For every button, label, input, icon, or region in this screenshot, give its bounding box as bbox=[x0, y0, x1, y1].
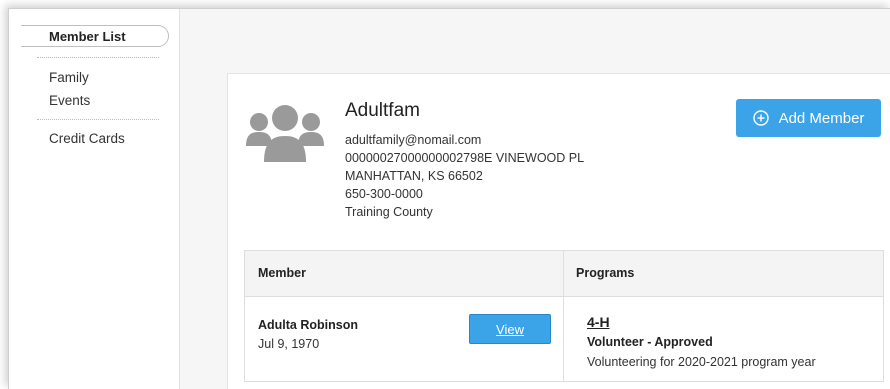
main-content: Adultfam adultfamily@nomail.com 00000027… bbox=[179, 9, 890, 389]
app-frame: Member List Family Events Credit Cards A… bbox=[8, 8, 890, 389]
family-name: Adultfam bbox=[345, 100, 420, 121]
family-contact: adultfamily@nomail.com 00000027000000002… bbox=[345, 131, 584, 221]
family-address-line2: MANHATTAN, KS 66502 bbox=[345, 169, 483, 183]
family-card: Adultfam adultfamily@nomail.com 00000027… bbox=[227, 73, 890, 389]
sidebar-divider bbox=[37, 119, 159, 120]
plus-circle-icon bbox=[752, 110, 769, 126]
add-member-label: Add Member bbox=[778, 109, 865, 127]
program-status: Volunteer - Approved bbox=[587, 335, 713, 349]
sidebar-item-events[interactable]: Events bbox=[49, 93, 90, 108]
people-group-icon bbox=[244, 102, 326, 164]
table-header bbox=[245, 251, 883, 297]
family-address-line1: 00000027000000002798E VINEWOOD PL bbox=[345, 151, 585, 165]
sidebar-item-family[interactable]: Family bbox=[49, 70, 89, 85]
view-member-button[interactable]: View bbox=[469, 314, 551, 344]
family-phone: 650-300-0000 bbox=[345, 187, 423, 201]
program-description: Volunteering for 2020-2021 program year bbox=[587, 355, 816, 369]
family-county: Training County bbox=[345, 205, 433, 219]
header-member: Member bbox=[258, 266, 306, 280]
member-name: Adulta Robinson bbox=[258, 318, 358, 332]
sidebar-item-member-list[interactable]: Member List bbox=[21, 25, 169, 47]
family-email: adultfamily@nomail.com bbox=[345, 133, 482, 147]
sidebar-divider bbox=[37, 57, 159, 58]
program-link[interactable]: 4-H bbox=[587, 314, 610, 330]
members-table: Member Programs Adulta Robinson Jul 9, 1… bbox=[244, 250, 884, 382]
add-member-button[interactable]: Add Member bbox=[736, 99, 881, 137]
sidebar: Member List Family Events Credit Cards bbox=[9, 9, 180, 389]
member-dob: Jul 9, 1970 bbox=[258, 337, 320, 351]
sidebar-item-label: Member List bbox=[49, 29, 126, 44]
sidebar-item-credit-cards[interactable]: Credit Cards bbox=[49, 131, 125, 146]
column-divider bbox=[563, 251, 564, 381]
header-programs: Programs bbox=[576, 266, 635, 280]
